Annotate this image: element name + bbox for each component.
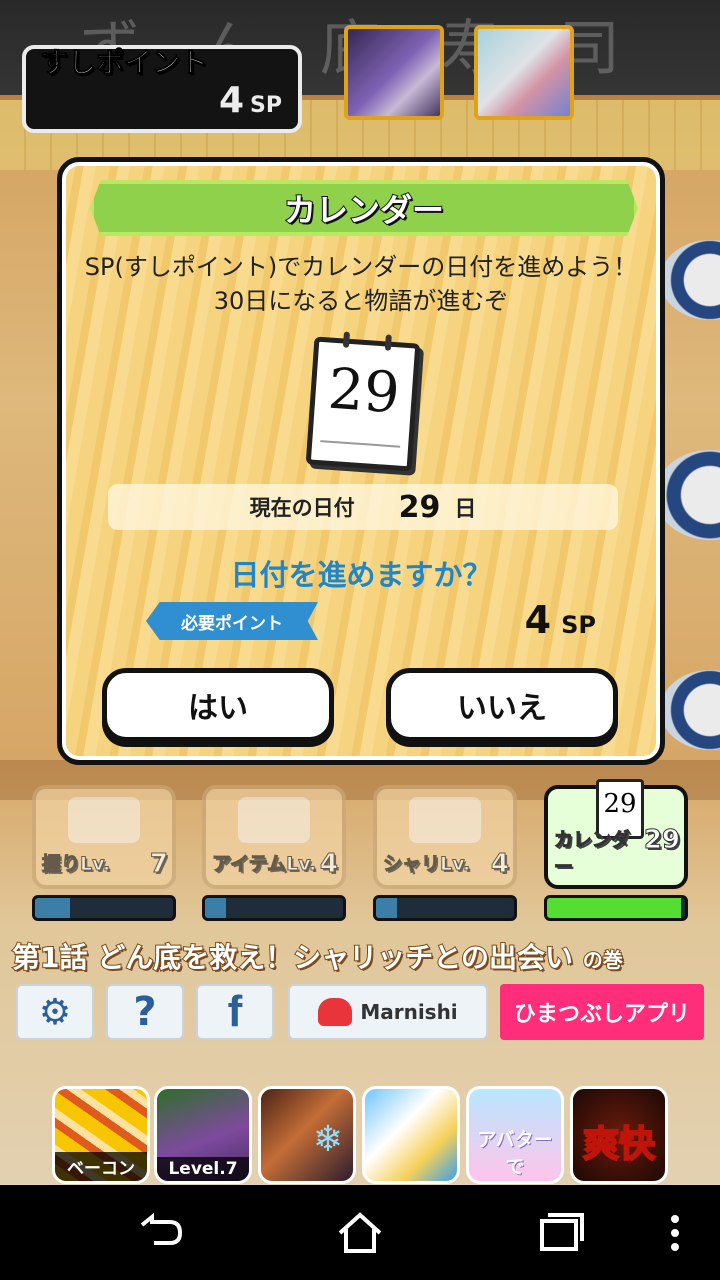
nigiri-art [68, 797, 140, 843]
yes-button[interactable]: はい [102, 668, 334, 742]
episode-suffix: の巻 [582, 947, 624, 973]
app-icon-soukai[interactable]: 爽快 [570, 1086, 668, 1184]
dialog-title-bar: カレンダー [90, 180, 638, 236]
app-caption: 爽快 [582, 1123, 656, 1166]
snowflake-icon: ❄ [312, 1119, 343, 1160]
item-art [238, 797, 310, 843]
message-line-1: SP(すしポイント)でカレンダーの日付を進めよう！ [84, 253, 638, 281]
upgrade-level: 4 [490, 849, 509, 880]
upgrade-level: 7 [149, 849, 168, 880]
app-icon-avatar[interactable]: アバターで [466, 1086, 564, 1184]
overflow-menu-icon[interactable] [660, 1203, 690, 1263]
progress-fill [35, 898, 70, 918]
progress-fill [376, 898, 397, 918]
message-line-2: 30日になると物語が進むぞ [213, 287, 509, 315]
calendar-dialog: カレンダー SP(すしポイント)でカレンダーの日付を進めよう！ 30日になると物… [57, 157, 665, 765]
facebook-icon: f [227, 987, 243, 1036]
question-icon: ? [133, 989, 157, 1035]
shari-art [409, 797, 481, 843]
android-nav-bar [0, 1185, 720, 1280]
marnishi-label: Marnishi [360, 1000, 458, 1024]
dialog-title: カレンダー [283, 190, 445, 230]
gear-icon: ⚙ [38, 991, 72, 1033]
progress-bar-item [202, 895, 346, 921]
progress-bar-nigiri [32, 895, 176, 921]
upgrade-name: シャリLv. [382, 853, 471, 876]
upgrade-level: 29 [643, 825, 680, 856]
upgrade-card-item[interactable]: アイテムLv. 4 [202, 785, 346, 889]
calendar-day-number: 29 [326, 356, 402, 427]
upgrade-level: 4 [319, 849, 338, 880]
current-date-row: 現在の日付 29 日 [108, 484, 618, 530]
app-icon-anime[interactable] [362, 1086, 460, 1184]
himatsubushi-apps-button[interactable]: ひまつぶしアプリ [500, 984, 704, 1040]
upgrade-name: カレンダー [554, 829, 631, 879]
marnishi-logo-icon [318, 998, 353, 1026]
episode-text: 第1話 どん底を救え！シャリッチとの出会い [11, 940, 574, 975]
calendar-ring [384, 334, 392, 351]
episode-title: 第1話 どん底を救え！シャリッチとの出会い の巻 [11, 936, 712, 976]
app-caption: ベーコン [55, 1152, 147, 1181]
app-icon-clash[interactable]: Level.7 [154, 1086, 252, 1184]
progress-bar-calendar [544, 895, 688, 921]
calendar-ring [342, 331, 350, 348]
current-date-label: 現在の日付 [249, 496, 355, 520]
required-points-badge: 必要ポイント [146, 602, 318, 640]
upgrade-label: 握りLv. 7 [41, 849, 168, 880]
marnishi-button[interactable]: Marnishi [288, 984, 488, 1040]
app-caption: アバターで [477, 1129, 553, 1178]
current-date-value: 29 [398, 489, 441, 525]
upgrade-card-nigiri[interactable]: 握りLv. 7 [32, 785, 176, 889]
upgrade-card-calendar[interactable]: 29 カレンダー 29 [544, 779, 688, 889]
upgrade-card-shari[interactable]: シャリLv. 4 [373, 785, 517, 889]
upgrade-label: アイテムLv. 4 [211, 849, 338, 880]
progress-fill [547, 898, 681, 918]
recent-apps-icon[interactable] [530, 1203, 590, 1263]
back-icon[interactable] [130, 1203, 190, 1263]
upgrade-label: シャリLv. 4 [382, 849, 509, 880]
calendar-footer [319, 440, 401, 456]
required-points-number: 4 [524, 598, 552, 642]
required-points-value: 4 SP [525, 598, 596, 642]
progress-bar-shari [373, 895, 517, 921]
dialog-message: SP(すしポイント)でカレンダーの日付を進めよう！ 30日になると物語が進むぞ [62, 250, 660, 318]
help-button[interactable]: ? [106, 984, 184, 1040]
calendar-icon: 29 [305, 331, 421, 472]
required-points-unit: SP [561, 611, 596, 639]
upgrade-name: 握りLv. [41, 853, 111, 876]
facebook-button[interactable]: f [196, 984, 274, 1040]
settings-button[interactable]: ⚙ [16, 984, 94, 1040]
app-caption: Level.7 [157, 1157, 249, 1181]
home-icon[interactable] [330, 1203, 390, 1263]
app-icon-warrior[interactable]: ❄ [258, 1086, 356, 1184]
advance-question: 日付を進めますか？ [230, 558, 492, 592]
progress-fill [205, 898, 226, 918]
upgrade-label: カレンダー 29 [554, 825, 681, 879]
no-button[interactable]: いいえ [386, 668, 618, 742]
current-date-unit: 日 [454, 497, 477, 522]
upgrade-name: アイテムLv. [211, 853, 317, 876]
app-icon-bacon[interactable]: ベーコン [52, 1086, 150, 1184]
